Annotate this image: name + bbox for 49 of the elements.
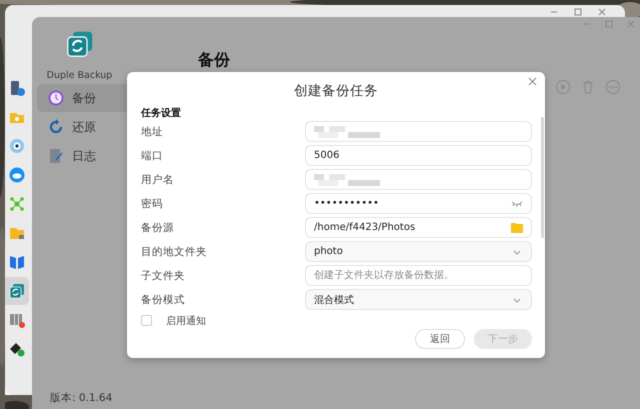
sync-icon [66,30,94,58]
text-field[interactable]: 创建子文件夹以存放备份数据。 [305,265,532,286]
eye-icon[interactable] [511,198,523,208]
tag-icon [9,341,25,357]
section-heading: 任务设置 [141,108,181,119]
clock-icon [48,90,64,106]
maximize-icon[interactable] [604,19,614,29]
folder-icon[interactable] [511,222,523,232]
version-label: 版本: 0.1.64 [49,391,112,405]
notepad-icon [48,148,64,164]
checkbox-label: 启用通知 [166,314,206,328]
text-field[interactable]: 5006 [305,145,532,166]
field-label: 子文件夹 [141,268,186,282]
film-icon [9,312,25,328]
path-field[interactable]: /home/f4423/Photos [305,217,532,238]
app-name: Duple Backup [46,70,112,81]
folder-icon [9,225,25,241]
dropdown[interactable]: photo [305,241,532,262]
close-icon[interactable] [626,19,636,29]
server-icon [9,80,25,96]
blurred-field[interactable] [305,121,532,142]
nav-item[interactable]: 备份 [37,84,127,112]
gear-icon [9,138,25,154]
more-icon[interactable] [605,79,621,95]
dropdown[interactable]: 混合模式 [305,289,532,310]
dialog-title: 创建备份任务 [294,83,378,99]
password-field[interactable]: ••••••••••• [305,193,532,214]
nav-item[interactable]: 还原 [37,113,127,141]
checkbox[interactable] [141,315,152,326]
field-label: 端口 [141,148,164,162]
page-title: 备份 [198,50,230,69]
field-label: 备份模式 [141,292,186,306]
back-button[interactable]: 返回 [415,329,465,349]
nav-item[interactable]: 日志 [37,142,127,170]
scrollbar[interactable] [541,117,544,238]
field-label: 备份源 [141,220,175,234]
field-label: 地址 [141,124,164,138]
play-icon[interactable] [555,79,571,95]
close-icon[interactable] [528,77,537,86]
cloud-icon [9,167,25,183]
field-label: 用户名 [141,172,175,186]
field-label: 目的地文件夹 [141,244,208,258]
sync-icon [9,283,25,299]
field-label: 密码 [141,196,164,210]
book-icon [9,254,25,270]
refresh-icon [48,119,64,135]
blurred-field[interactable] [305,169,532,190]
trash-icon[interactable] [580,79,596,95]
network-icon [9,196,25,212]
